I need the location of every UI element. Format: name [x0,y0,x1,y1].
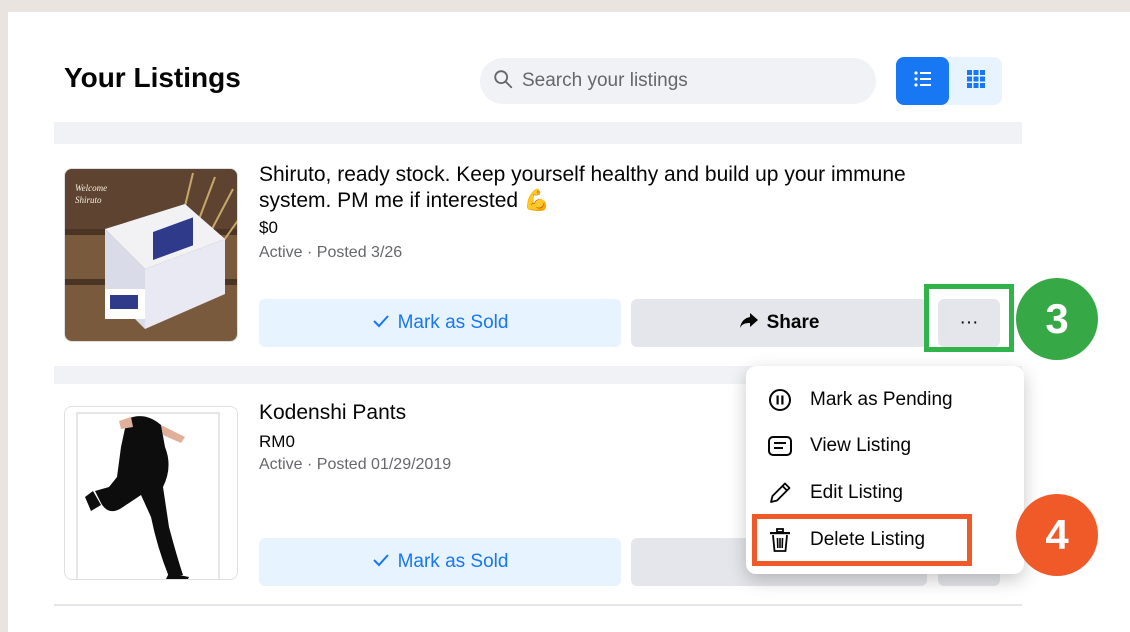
list-view-button[interactable] [896,57,949,105]
listing-card: Welcome Shiruto Shiruto, ready stock. Ke… [54,144,1022,366]
search-bar[interactable] [480,58,876,104]
list-icon [913,70,933,93]
svg-text:Welcome: Welcome [75,183,107,193]
checkmark-icon [372,551,398,573]
grid-icon [966,69,986,94]
share-arrow-icon [739,311,767,335]
listing-status: Active · Posted 01/29/2019 [259,456,452,473]
listing-price: $0 [259,218,278,237]
page-title: Your Listings [64,62,241,93]
menu-item-edit-listing[interactable]: Edit Listing [746,470,1024,516]
step-4-highlight [752,514,972,566]
listing-thumbnail[interactable] [64,406,238,580]
listing-icon [766,432,794,460]
step-4-badge: 4 [1016,494,1098,576]
grid-view-button[interactable] [949,57,1002,105]
listing-title[interactable]: Shiruto, ready stock. Keep yourself heal… [259,162,979,214]
share-button[interactable]: Share [631,299,927,347]
checkmark-icon [372,312,398,334]
svg-text:Shiruto: Shiruto [75,195,102,205]
step-3-badge: 3 [1016,278,1098,360]
section-divider [54,122,1022,144]
pencil-icon [766,479,794,507]
pause-circle-icon [766,386,794,414]
listing-thumbnail[interactable]: Welcome Shiruto [64,168,238,342]
view-toggle [896,57,1002,105]
search-icon [492,68,514,95]
listing-status: Active · Posted 3/26 [259,244,403,261]
flexed-biceps-emoji: 💪 [523,189,551,212]
mark-as-sold-button[interactable]: Mark as Sold [259,299,621,347]
mark-as-sold-button[interactable]: Mark as Sold [259,538,621,586]
menu-item-mark-as-pending[interactable]: Mark as Pending [746,377,1024,423]
menu-item-view-listing[interactable]: View Listing [746,423,1024,469]
listing-price: RM0 [259,432,295,451]
step-3-highlight [924,284,1014,352]
search-input[interactable] [522,70,842,92]
